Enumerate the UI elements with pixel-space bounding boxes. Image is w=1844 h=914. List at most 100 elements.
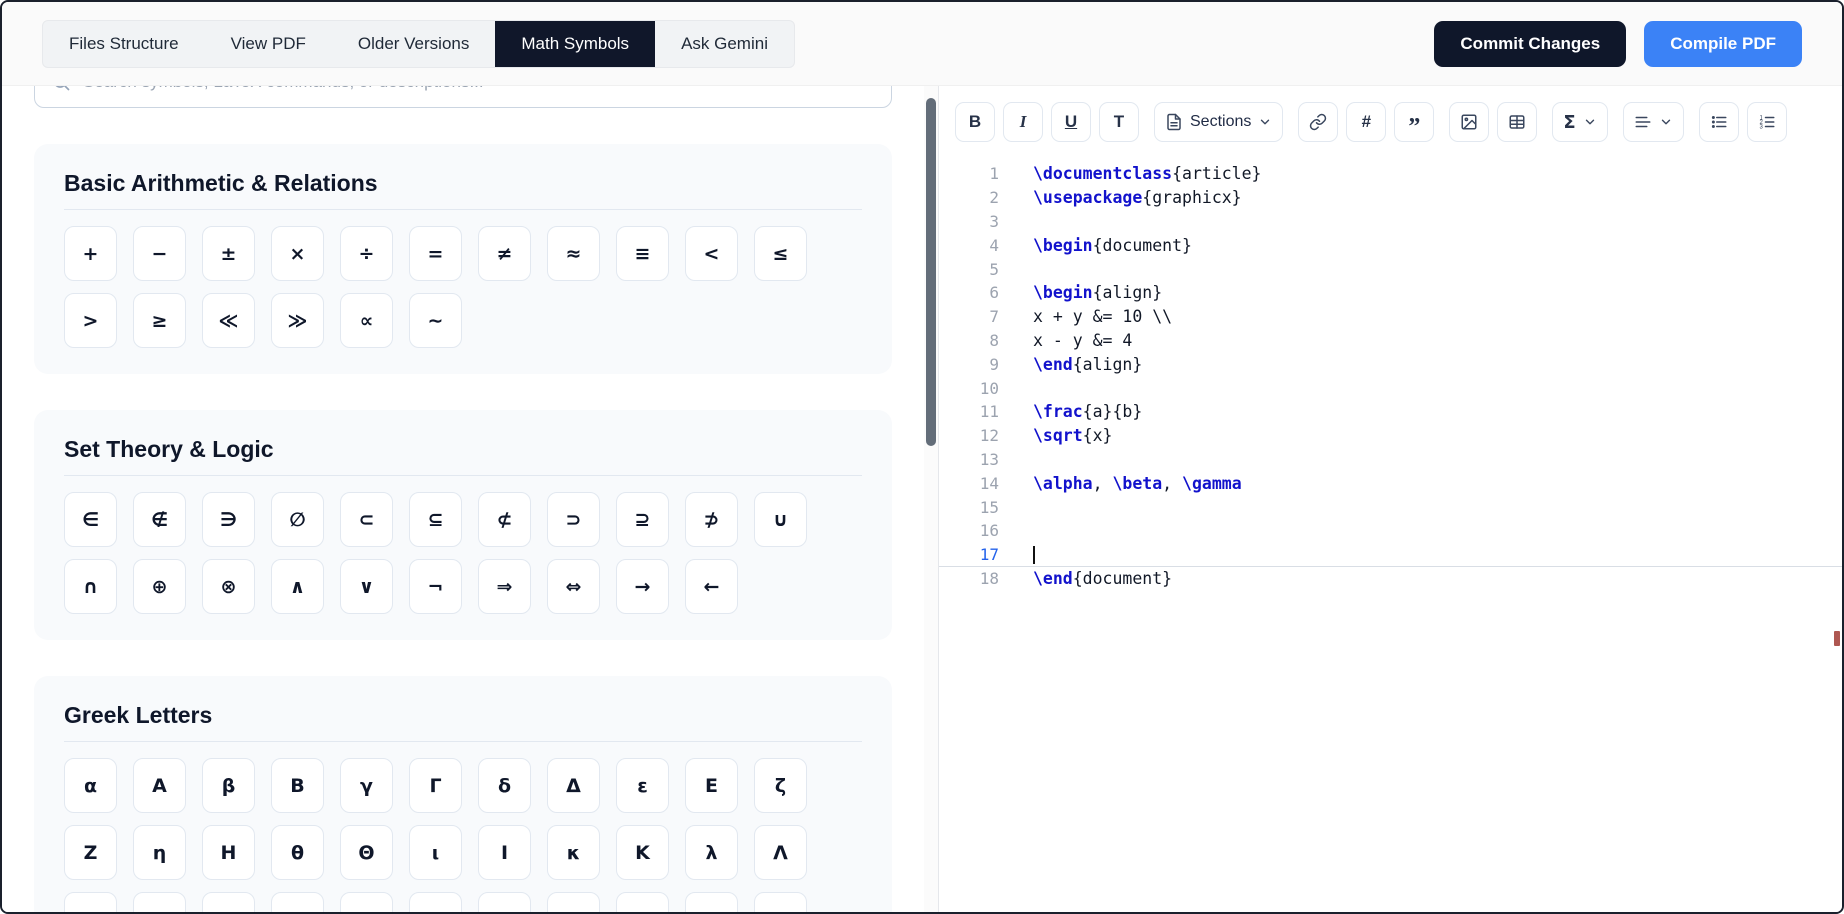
- symbol-button[interactable]: α: [64, 758, 117, 813]
- code-line[interactable]: 9 \end{align}: [939, 352, 1842, 376]
- symbol-button[interactable]: κ: [547, 825, 600, 880]
- symbol-button[interactable]: ×: [271, 226, 324, 281]
- code-line[interactable]: 2 \usepackage{graphicx}: [939, 186, 1842, 210]
- symbol-button[interactable]: +: [64, 226, 117, 281]
- symbol-button[interactable]: Λ: [754, 825, 807, 880]
- quote-button[interactable]: ”: [1394, 102, 1435, 142]
- symbol-button[interactable]: ≡: [616, 226, 669, 281]
- bullet-list-button[interactable]: [1698, 102, 1739, 142]
- symbol-button[interactable]: ←: [685, 559, 738, 614]
- symbol-button[interactable]: ο: [478, 892, 531, 912]
- symbol-button[interactable]: ⊇: [616, 492, 669, 547]
- symbol-button[interactable]: ≠: [478, 226, 531, 281]
- symbol-button[interactable]: Z: [64, 825, 117, 880]
- symbol-button[interactable]: ∪: [754, 492, 807, 547]
- symbol-button[interactable]: θ: [271, 825, 324, 880]
- compile-pdf-button[interactable]: Compile PDF: [1644, 20, 1802, 67]
- symbol-button[interactable]: ρ: [754, 892, 807, 912]
- symbol-button[interactable]: >: [64, 293, 117, 348]
- code-line[interactable]: 1 \documentclass{article}: [939, 162, 1842, 186]
- symbol-button[interactable]: ≈: [547, 226, 600, 281]
- symbol-button[interactable]: B: [271, 758, 324, 813]
- symbol-button[interactable]: −: [133, 226, 186, 281]
- code-line[interactable]: 6 \begin{align}: [939, 281, 1842, 305]
- code-line[interactable]: 3: [939, 210, 1842, 234]
- symbol-button[interactable]: ε: [616, 758, 669, 813]
- code-line[interactable]: 10: [939, 376, 1842, 400]
- symbol-button[interactable]: ⊃: [547, 492, 600, 547]
- symbol-button[interactable]: ξ: [340, 892, 393, 912]
- code-line[interactable]: 5: [939, 257, 1842, 281]
- symbol-button[interactable]: ∉: [133, 492, 186, 547]
- symbol-button[interactable]: ¬: [409, 559, 462, 614]
- symbol-button[interactable]: ⊗: [202, 559, 255, 614]
- code-line[interactable]: 16: [939, 519, 1842, 543]
- tab-ask-gemini[interactable]: Ask Gemini: [655, 21, 794, 67]
- symbol-button[interactable]: ≫: [271, 293, 324, 348]
- symbol-button[interactable]: η: [133, 825, 186, 880]
- symbol-button[interactable]: ±: [202, 226, 255, 281]
- align-dropdown[interactable]: [1622, 102, 1684, 142]
- symbol-button[interactable]: ⊄: [478, 492, 531, 547]
- symbol-button[interactable]: λ: [685, 825, 738, 880]
- code-line[interactable]: 13: [939, 448, 1842, 472]
- code-line[interactable]: 17: [939, 543, 1842, 567]
- tab-files-structure[interactable]: Files Structure: [43, 21, 205, 67]
- symbol-button[interactable]: O: [547, 892, 600, 912]
- code-line[interactable]: 7 x + y &= 10 \\: [939, 305, 1842, 329]
- numbered-list-button[interactable]: 1 2 3: [1746, 102, 1787, 142]
- symbol-button[interactable]: ⇔: [547, 559, 600, 614]
- symbol-button[interactable]: ∅: [271, 492, 324, 547]
- image-button[interactable]: [1449, 102, 1490, 142]
- symbol-button[interactable]: ⊂: [340, 492, 393, 547]
- symbols-scrollbar[interactable]: [924, 86, 938, 912]
- symbol-button[interactable]: E: [685, 758, 738, 813]
- symbol-button[interactable]: ∩: [64, 559, 117, 614]
- symbol-button[interactable]: μ: [64, 892, 117, 912]
- link-button[interactable]: [1298, 102, 1339, 142]
- tab-view-pdf[interactable]: View PDF: [205, 21, 332, 67]
- symbol-button[interactable]: β: [202, 758, 255, 813]
- symbol-button[interactable]: Θ: [340, 825, 393, 880]
- symbol-button[interactable]: H: [202, 825, 255, 880]
- symbol-button[interactable]: ∨: [340, 559, 393, 614]
- bold-button[interactable]: B: [955, 102, 995, 142]
- code-line[interactable]: 18 \end{document}: [939, 567, 1842, 591]
- symbol-button[interactable]: ι: [409, 825, 462, 880]
- symbol-button[interactable]: ⇒: [478, 559, 531, 614]
- symbol-button[interactable]: ζ: [754, 758, 807, 813]
- commit-changes-button[interactable]: Commit Changes: [1434, 20, 1627, 67]
- symbol-button[interactable]: N: [271, 892, 324, 912]
- symbol-button[interactable]: Ξ: [409, 892, 462, 912]
- code-line[interactable]: 15: [939, 495, 1842, 519]
- symbol-button[interactable]: ∈: [64, 492, 117, 547]
- code-line[interactable]: 12 \sqrt{x}: [939, 424, 1842, 448]
- symbol-button[interactable]: Π: [685, 892, 738, 912]
- symbol-button[interactable]: Δ: [547, 758, 600, 813]
- symbol-button[interactable]: I: [478, 825, 531, 880]
- symbol-button[interactable]: Γ: [409, 758, 462, 813]
- symbol-button[interactable]: ∋: [202, 492, 255, 547]
- table-button[interactable]: [1497, 102, 1538, 142]
- symbol-button[interactable]: A: [133, 758, 186, 813]
- code-editor[interactable]: 1 \documentclass{article} 2 \usepackage{gra…: [939, 152, 1842, 912]
- code-line[interactable]: 11 \frac{a}{b}: [939, 400, 1842, 424]
- symbol-button[interactable]: ∼: [409, 293, 462, 348]
- symbol-button[interactable]: ≥: [133, 293, 186, 348]
- symbol-button[interactable]: ∝: [340, 293, 393, 348]
- symbol-button[interactable]: M: [133, 892, 186, 912]
- symbol-button[interactable]: K: [616, 825, 669, 880]
- symbol-button[interactable]: δ: [478, 758, 531, 813]
- hash-button[interactable]: #: [1346, 102, 1387, 142]
- symbol-button[interactable]: =: [409, 226, 462, 281]
- symbol-button[interactable]: ≤: [754, 226, 807, 281]
- sections-dropdown[interactable]: Sections: [1154, 102, 1284, 142]
- text-button[interactable]: T: [1099, 102, 1139, 142]
- code-line[interactable]: 4 \begin{document}: [939, 233, 1842, 257]
- symbol-button[interactable]: γ: [340, 758, 393, 813]
- symbol-button[interactable]: ⊕: [133, 559, 186, 614]
- code-line[interactable]: 14 \alpha, \beta, \gamma: [939, 471, 1842, 495]
- symbol-button[interactable]: ≪: [202, 293, 255, 348]
- symbol-button[interactable]: →: [616, 559, 669, 614]
- italic-button[interactable]: I: [1003, 102, 1043, 142]
